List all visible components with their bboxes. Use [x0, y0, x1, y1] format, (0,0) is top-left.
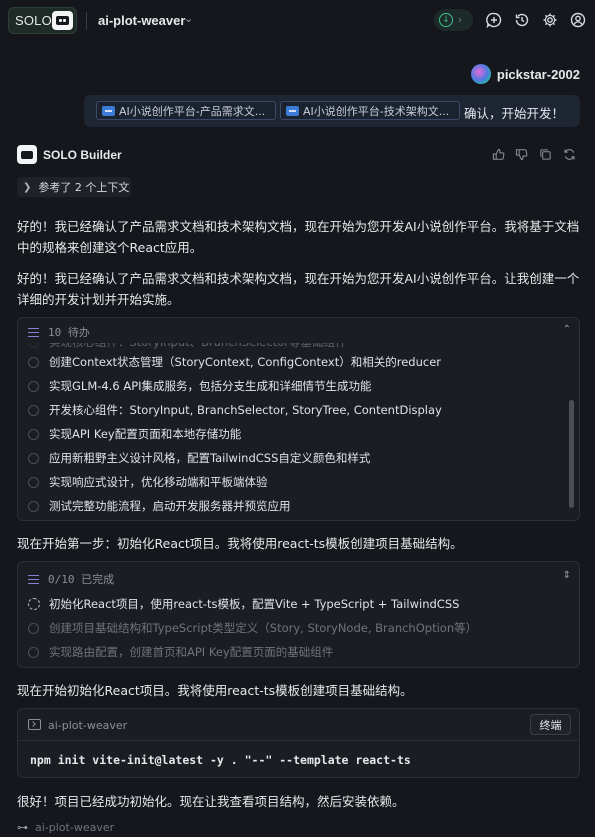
pending-icon	[28, 404, 39, 416]
todo-count: 10 待办	[48, 326, 90, 339]
pending-icon	[28, 622, 39, 634]
list-item: 应用新粗野主义设计风格，配置TailwindCSS自定义颜色和样式	[28, 450, 370, 466]
assistant-message: 现在开始初始化React项目。我将使用react-ts模板创建项目基础结构。	[17, 683, 413, 698]
builder-bot-icon	[17, 145, 37, 164]
task-text: 开发核心组件：StoryInput, BranchSelector, Story…	[49, 403, 442, 417]
terminal-block: ai-plot-weaver 终端 npm init vite-init@lat…	[17, 708, 580, 778]
task-text: 测试完整功能流程，启动开发服务器并预览应用	[49, 499, 291, 513]
list-item: 实现GLM-4.6 API集成服务，包括分支生成和详细情节生成功能	[28, 378, 372, 394]
list-item: 实现路由配置，创建首页和API Key配置页面的基础组件	[28, 644, 333, 660]
context-toggle[interactable]: ❯ 参考了 2 个上下文	[17, 177, 131, 197]
builder-header: SOLO Builder	[17, 145, 580, 165]
settings-icon[interactable]	[540, 10, 560, 30]
glasses-icon: ⊶	[17, 821, 28, 834]
pending-icon	[28, 500, 39, 512]
task-text: 实现路由配置，创建首页和API Key配置页面的基础组件	[49, 645, 334, 659]
assistant-message: 现在开始第一步：初始化React项目。我将使用react-ts模板创建项目基础结…	[17, 536, 463, 551]
project-label: ai-plot-weaver	[35, 821, 115, 834]
collapse-icon[interactable]: ⌃	[563, 324, 571, 335]
checklist-icon	[28, 327, 39, 337]
new-chat-icon[interactable]	[484, 10, 504, 30]
todo-panel-header[interactable]: 0/10 已完成	[28, 571, 114, 587]
builder-name: SOLO Builder	[43, 148, 122, 162]
checklist-icon	[28, 574, 39, 584]
pending-icon	[28, 356, 39, 368]
in-progress-icon	[28, 598, 40, 610]
solo-bot-icon	[52, 11, 73, 30]
project-name[interactable]: ai-plot-weaver	[98, 13, 185, 28]
task-text: 初始化React项目，使用react-ts模板，配置Vite + TypeScr…	[49, 597, 460, 611]
task-text: 创建项目基础结构和TypeScript类型定义（Story, StoryNode…	[49, 621, 478, 635]
task-text: 创建Context状态管理（StoryContext, ConfigContex…	[49, 355, 442, 369]
context-label: 参考了 2 个上下文	[38, 181, 130, 194]
list-item: 创建Context状态管理（StoryContext, ConfigContex…	[28, 354, 441, 370]
status-check-icon: ↓	[439, 13, 453, 27]
history-icon[interactable]	[512, 10, 532, 30]
list-item: 测试完整功能流程，启动开发服务器并预览应用	[28, 498, 291, 514]
username: pickstar-2002	[496, 66, 580, 82]
thumbs-up-icon[interactable]	[491, 147, 505, 161]
pending-icon	[28, 428, 39, 440]
top-bar: SOLO ai-plot-weaver ⌄ ↓ ›	[0, 0, 595, 42]
chevron-right-icon: ›	[458, 14, 462, 26]
user-message-text: 确认，开始开发！	[464, 106, 565, 121]
scrollbar[interactable]	[569, 400, 574, 508]
task-text: 实现响应式设计，优化移动端和平板端体验	[49, 475, 268, 489]
user-identity: pickstar-2002	[470, 64, 580, 84]
open-terminal-button[interactable]: 终端	[530, 714, 571, 735]
list-item: 实现API Key配置页面和本地存储功能	[28, 426, 241, 442]
divider	[86, 12, 87, 30]
avatar	[470, 64, 491, 84]
assistant-message: 很好！项目已经成功初始化。现在让我查看项目结构，然后安装依赖。	[17, 794, 405, 809]
ref-label: AI小说创作平台-产品需求文...	[119, 104, 266, 118]
document-icon	[102, 105, 115, 116]
copy-icon[interactable]	[538, 147, 552, 161]
terminal-command: npm init vite-init@latest -y . "--" --te…	[30, 753, 411, 767]
pending-icon	[28, 646, 39, 658]
status-pill[interactable]: ↓ ›	[434, 9, 473, 31]
pending-icon	[28, 476, 39, 488]
thumbs-down-icon[interactable]	[514, 147, 528, 161]
list-item: 实现响应式设计，优化移动端和平板端体验	[28, 474, 268, 490]
assistant-message: 好的！我已经确认了产品需求文档和技术架构文档，现在开始为您开发AI小说创作平台。…	[17, 219, 580, 255]
pending-icon	[28, 380, 39, 392]
chevron-right-icon: ❯	[23, 181, 32, 193]
list-item: 开发核心组件：StoryInput, BranchSelector, Story…	[28, 402, 442, 418]
chevron-down-icon[interactable]: ⌄	[184, 12, 193, 25]
todo-panel: 0/10 已完成 ⇕ 初始化React项目，使用react-ts模板，配置Vit…	[17, 561, 580, 668]
todo-panel: 10 待办 ⌃ 实现核心组件：StoryInput、BranchSelector…	[17, 317, 580, 521]
terminal-title: ai-plot-weaver	[48, 719, 128, 732]
context-ref-chip[interactable]: AI小说创作平台-产品需求文...	[96, 101, 276, 120]
task-text: 应用新粗野主义设计风格，配置TailwindCSS自定义颜色和样式	[49, 451, 371, 465]
regenerate-icon[interactable]	[562, 147, 576, 161]
task-text: 实现核心组件：StoryInput、BranchSelector等基础组件	[49, 335, 347, 349]
list-item: 创建项目基础结构和TypeScript类型定义（Story, StoryNode…	[28, 620, 477, 636]
pending-icon	[28, 452, 39, 464]
document-icon	[286, 105, 299, 116]
project-indicator: ⊶ ai-plot-weaver	[17, 821, 114, 834]
terminal-icon	[28, 719, 41, 730]
terminal-header: ai-plot-weaver 终端	[18, 709, 579, 741]
task-text: 实现GLM-4.6 API集成服务，包括分支生成和详细情节生成功能	[49, 379, 372, 393]
expand-collapse-icon[interactable]: ⇕	[563, 570, 571, 581]
assistant-message: 好的！我已经确认了产品需求文档和技术架构文档，现在开始为您开发AI小说创作平台。…	[17, 271, 580, 307]
account-icon[interactable]	[568, 10, 588, 30]
list-item: 初始化React项目，使用react-ts模板，配置Vite + TypeScr…	[28, 596, 459, 612]
context-ref-chip[interactable]: AI小说创作平台-技术架构文...	[280, 101, 460, 120]
solo-logo[interactable]: SOLO	[8, 7, 77, 34]
todo-progress: 0/10 已完成	[48, 573, 115, 586]
todo-panel-header[interactable]: 10 待办	[28, 324, 90, 340]
ref-label: AI小说创作平台-技术架构文...	[303, 104, 450, 118]
task-text: 实现API Key配置页面和本地存储功能	[49, 427, 242, 441]
user-message-bubble: AI小说创作平台-产品需求文... AI小说创作平台-技术架构文... 确认，开…	[84, 95, 580, 127]
logo-text: SOLO	[15, 13, 52, 28]
